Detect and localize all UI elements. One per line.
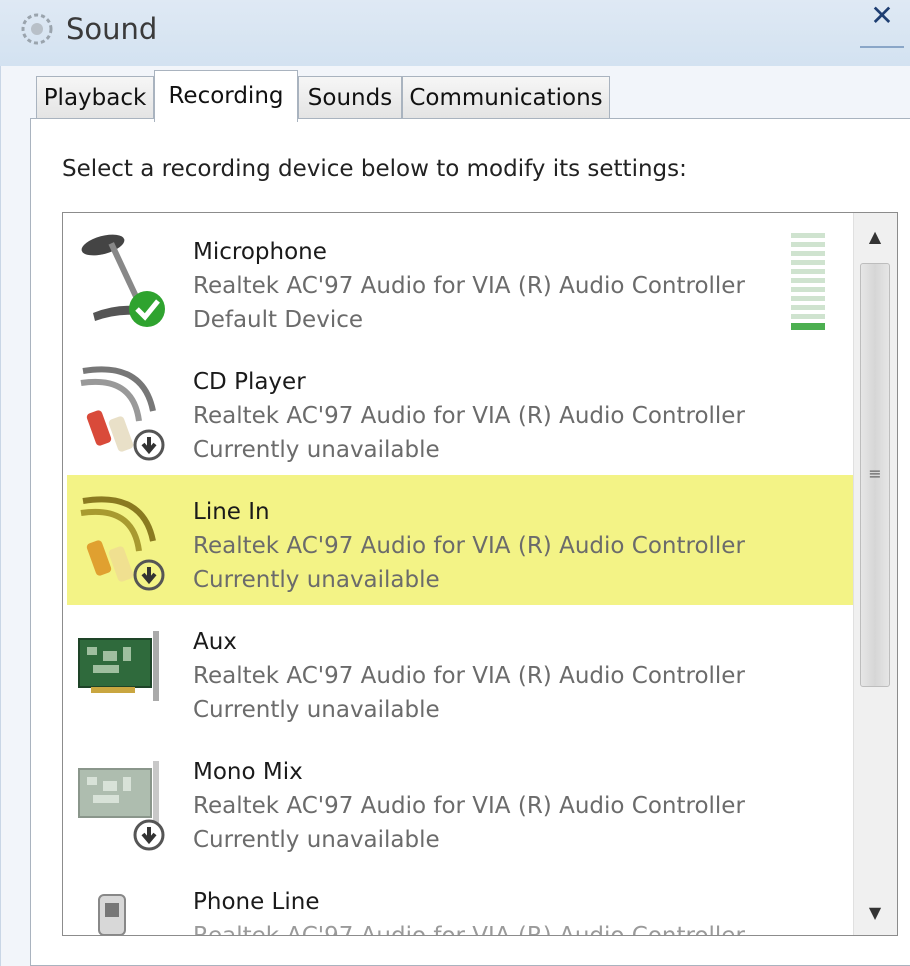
device-driver: Realtek AC'97 Audio for VIA (R) Audio Co… xyxy=(193,663,745,689)
device-name: Line In xyxy=(193,499,270,525)
device-row-mono-mix[interactable]: Mono Mix Realtek AC'97 Audio for VIA (R)… xyxy=(63,735,853,865)
device-row-aux[interactable]: Aux Realtek AC'97 Audio for VIA (R) Audi… xyxy=(63,605,853,735)
device-status: Currently unavailable xyxy=(193,827,440,853)
title-bar: Sound ✕ xyxy=(0,0,910,66)
window-title: Sound xyxy=(66,12,158,46)
device-driver: Realtek AC'97 Audio for VIA (R) Audio Co… xyxy=(193,273,745,299)
rca-cable-icon xyxy=(80,496,165,591)
scroll-down-arrow-icon[interactable]: ▼ xyxy=(856,893,894,933)
device-name: CD Player xyxy=(193,369,306,395)
level-meter xyxy=(791,233,825,330)
device-driver: Realtek AC'97 Audio for VIA (R) Audio Co… xyxy=(193,403,745,429)
phone-jack-icon xyxy=(98,894,126,935)
microphone-icon xyxy=(81,234,165,327)
speaker-icon xyxy=(21,13,53,45)
device-driver: Realtek AC'97 Audio for VIA (R) Audio Co… xyxy=(193,793,745,819)
device-row-phone-line[interactable]: Phone Line Realtek AC'97 Audio for VIA (… xyxy=(63,865,853,936)
rca-cable-icon xyxy=(80,366,165,461)
device-name: Microphone xyxy=(193,239,327,265)
scroll-up-arrow-icon[interactable]: ▲ xyxy=(856,217,894,257)
vertical-scrollbar[interactable]: ▲ ≡ ▼ xyxy=(853,213,897,935)
device-status: Currently unavailable xyxy=(193,567,440,593)
device-row-microphone[interactable]: Microphone Realtek AC'97 Audio for VIA (… xyxy=(63,215,853,345)
device-driver: Realtek AC'97 Audio for VIA (R) Audio Co… xyxy=(193,533,745,559)
device-driver: Realtek AC'97 Audio for VIA (R) Audio Co… xyxy=(193,923,745,936)
instruction-text: Select a recording device below to modif… xyxy=(62,156,687,182)
tab-sounds[interactable]: Sounds xyxy=(298,76,402,118)
recording-device-list[interactable]: Microphone Realtek AC'97 Audio for VIA (… xyxy=(62,212,898,936)
close-button[interactable]: ✕ xyxy=(860,0,904,48)
scrollbar-thumb[interactable]: ≡ xyxy=(860,263,890,687)
sound-card-icon xyxy=(78,631,159,701)
grip-icon: ≡ xyxy=(868,464,882,483)
device-status: Currently unavailable xyxy=(193,697,440,723)
device-row-cd-player[interactable]: CD Player Realtek AC'97 Audio for VIA (R… xyxy=(63,345,853,475)
device-name: Aux xyxy=(193,629,237,655)
sound-card-icon xyxy=(78,761,165,851)
tab-recording[interactable]: Recording xyxy=(154,70,298,122)
device-name: Mono Mix xyxy=(193,759,303,785)
device-status: Default Device xyxy=(193,307,364,333)
tab-communications[interactable]: Communications xyxy=(402,76,610,118)
tab-playback[interactable]: Playback xyxy=(36,76,154,118)
device-row-line-in[interactable]: Line In Realtek AC'97 Audio for VIA (R) … xyxy=(67,475,873,605)
device-name: Phone Line xyxy=(193,889,320,915)
default-check-icon xyxy=(129,291,165,327)
device-status: Currently unavailable xyxy=(193,437,440,463)
